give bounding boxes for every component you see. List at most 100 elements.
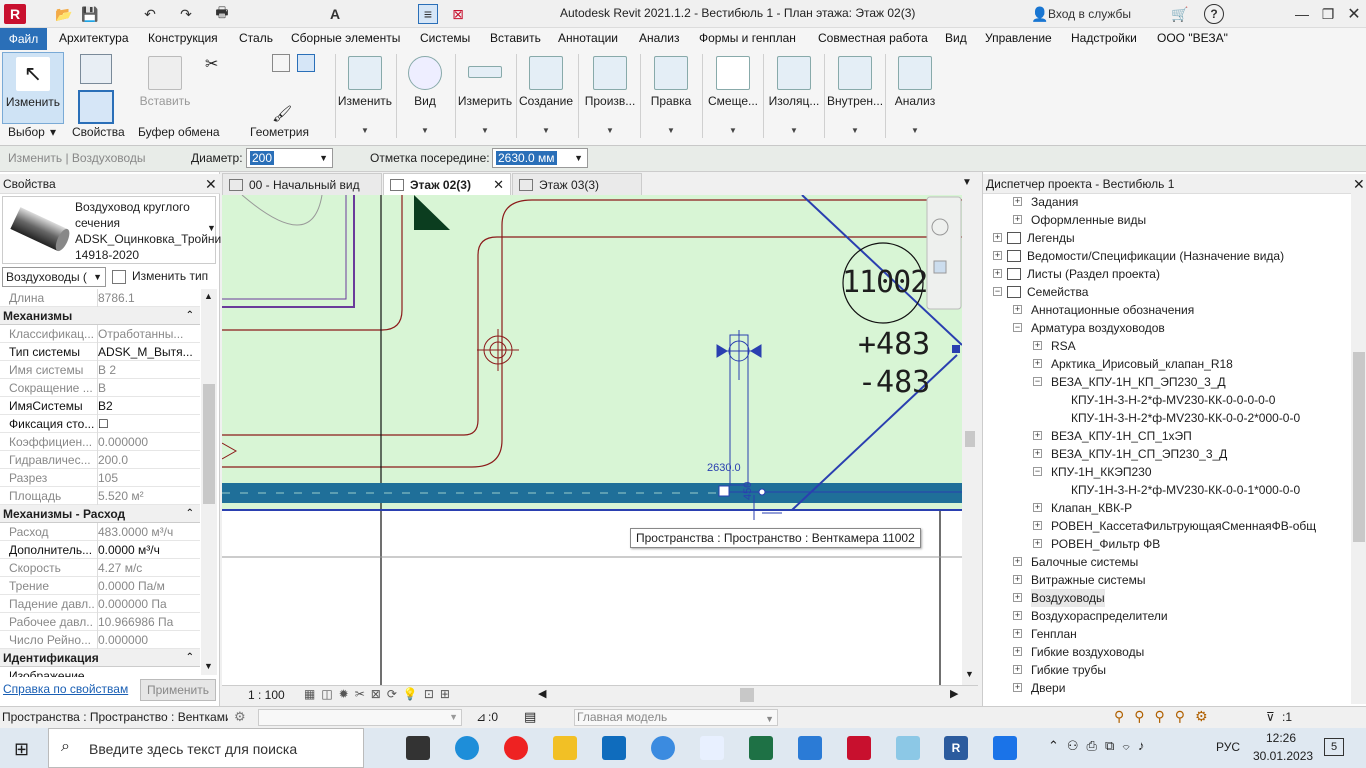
scrollbar-thumb[interactable] <box>740 688 754 702</box>
ie-icon[interactable] <box>651 736 675 760</box>
design-option-select[interactable]: Главная модель ▼ <box>574 709 778 726</box>
browser-item[interactable]: Оформленные виды <box>1031 211 1146 229</box>
expand-icon[interactable]: + <box>993 269 1002 278</box>
close-icon[interactable]: ✕ <box>493 174 504 196</box>
scrollbar-thumb[interactable] <box>1353 352 1365 542</box>
menu-file[interactable]: Файл <box>0 28 47 50</box>
expand-icon[interactable]: + <box>1013 215 1022 224</box>
close-icon[interactable]: ✕ <box>205 176 217 193</box>
expand-icon[interactable]: + <box>1033 341 1042 350</box>
menu-structure[interactable]: Конструкция <box>148 31 218 45</box>
browser-item[interactable]: КПУ-1Н-3-Н-2*ф-MV230-КК-0-0-1*000-0-0 <box>1071 481 1300 499</box>
minimize-icon[interactable]: — <box>1292 4 1312 24</box>
windows-start-icon[interactable]: ⊞ <box>14 740 32 758</box>
help-icon[interactable]: ? <box>1204 4 1224 24</box>
expand-icon[interactable]: + <box>1013 305 1022 314</box>
browser-item[interactable]: Балочные системы <box>1031 553 1138 571</box>
property-value[interactable]: ☐ <box>97 415 200 433</box>
menu-view[interactable]: Вид <box>945 31 967 45</box>
close-icon[interactable]: ✕ <box>1353 176 1365 193</box>
revit-taskbar-icon[interactable]: R <box>944 736 968 760</box>
open-icon[interactable]: 📂 <box>54 4 74 24</box>
teamviewer-icon[interactable] <box>993 736 1017 760</box>
workset-icon[interactable]: ⚙ <box>234 709 246 725</box>
login-link[interactable]: Вход в службы <box>1048 4 1160 24</box>
properties-type-icon[interactable] <box>80 54 112 84</box>
menu-architecture[interactable]: Архитектура <box>59 31 129 45</box>
collapse-icon[interactable]: − <box>1033 467 1042 476</box>
redo-icon[interactable]: ↷ <box>176 4 196 24</box>
connector-grip[interactable] <box>952 345 960 353</box>
group-select[interactable]: Выбор <box>8 125 45 139</box>
chevron-down-icon[interactable]: ▾ <box>50 125 56 139</box>
menu-insert[interactable]: Вставить <box>490 31 541 45</box>
design-options-icon[interactable]: ▤ <box>524 709 536 725</box>
user-icon[interactable]: 👤 <box>1030 4 1050 24</box>
ribbon-modify-button[interactable]: Изменить ▼ <box>336 52 394 140</box>
property-section[interactable]: Механизмы ⌃ <box>0 307 200 325</box>
browser-item[interactable]: РОВЕН_Фильтр ФВ <box>1051 535 1160 553</box>
chevron-left-icon[interactable]: ◀ <box>538 687 546 700</box>
fabrication-button[interactable]: Произв... ▼ <box>580 52 640 140</box>
notification-icon[interactable]: 5 <box>1324 738 1344 756</box>
tab-floor-03[interactable]: Этаж 03(3) <box>512 173 642 195</box>
scale-label[interactable]: 1 : 100 <box>248 688 285 702</box>
property-value[interactable]: В2 <box>97 397 200 415</box>
filter-icon[interactable]: ⊽ <box>1266 710 1275 724</box>
browser-item[interactable]: КПУ-1Н_ККЭП230 <box>1051 463 1152 481</box>
collapse-icon[interactable]: ⌃ <box>186 307 194 325</box>
expand-icon[interactable]: + <box>1013 665 1022 674</box>
browser-item[interactable]: RSA <box>1051 337 1076 355</box>
collapse-icon[interactable]: ⌃ <box>186 505 194 523</box>
expand-icon[interactable]: + <box>1033 539 1042 548</box>
tab-floor-02[interactable]: Этаж 02(3) ✕ <box>383 173 511 195</box>
taskbar-search[interactable]: ⌕ Введите здесь текст для поиска <box>48 728 364 768</box>
menu-steel[interactable]: Сталь <box>239 31 273 45</box>
type-selector[interactable]: Воздуховод круглого сечения ADSK_Оцинков… <box>2 196 271 264</box>
apply-button[interactable]: Применить <box>140 679 216 701</box>
task-view-icon[interactable] <box>406 736 430 760</box>
expand-icon[interactable]: + <box>1033 449 1042 458</box>
join-icon[interactable] <box>297 54 315 72</box>
properties-help-link[interactable]: Справка по свойствам <box>3 682 128 696</box>
browser-item[interactable]: Гибкие трубы <box>1031 661 1106 679</box>
browser-item[interactable]: ВЕЗА_КПУ-1Н_СП_1хЭП <box>1051 427 1192 445</box>
create-button[interactable]: Создание ▼ <box>517 52 575 140</box>
expand-icon[interactable]: + <box>993 251 1002 260</box>
property-value[interactable]: ADSK_M_Вытя... <box>97 343 200 361</box>
browser-item[interactable]: ВЕЗА_КПУ-1Н_СП_ЭП230_3_Д <box>1051 445 1227 463</box>
navisworks-icon[interactable] <box>896 736 920 760</box>
menu-collaborate[interactable]: Совместная работа <box>818 31 928 45</box>
browser-item[interactable]: Легенды <box>1007 229 1075 247</box>
undo-icon[interactable]: ↶ <box>140 4 160 24</box>
analysis-button[interactable]: Анализ ▼ <box>886 52 944 140</box>
menu-analyze[interactable]: Анализ <box>639 31 680 45</box>
expand-icon[interactable]: + <box>1033 359 1042 368</box>
view-control-icons[interactable]: ▦◫✹✂⊠⟳💡⊡⊞ <box>304 687 456 701</box>
navigation-bar[interactable] <box>926 196 962 310</box>
expand-icon[interactable]: + <box>1013 575 1022 584</box>
expand-icon[interactable]: + <box>1013 683 1022 692</box>
close-icon[interactable]: ✕ <box>1344 4 1364 24</box>
browser-item[interactable]: Арктика_Ирисовый_клапан_R18 <box>1051 355 1233 373</box>
canvas-vscroll[interactable]: ▼ <box>962 195 978 685</box>
browser-item[interactable]: Генплан <box>1031 625 1077 643</box>
close-hidden-icon[interactable]: ⊠ <box>448 4 468 24</box>
browser-item[interactable]: Семейства <box>1007 283 1088 301</box>
menu-veza[interactable]: ООО "ВЕЗА" <box>1157 31 1228 45</box>
drawing-canvas[interactable]: 11002 +483 -483 2630.0 450 Пространства … <box>222 195 962 685</box>
expand-icon[interactable]: + <box>1033 431 1042 440</box>
menu-systems[interactable]: Системы <box>420 31 470 45</box>
browser-item[interactable]: Воздуховоды <box>1031 589 1105 607</box>
offset-select[interactable]: 2630.0 мм ▼ <box>492 148 588 168</box>
scrollbar-thumb[interactable] <box>203 384 215 504</box>
collapse-icon[interactable]: − <box>1013 323 1022 332</box>
scrollbar-thumb[interactable] <box>965 431 975 447</box>
category-filter[interactable]: Воздуховоды (▼ <box>2 267 106 287</box>
menu-addins[interactable]: Надстройки <box>1071 31 1137 45</box>
edit-button[interactable]: Правка ▼ <box>641 52 701 140</box>
clock-date[interactable]: 30.01.2023 <box>1253 749 1313 763</box>
browser-item[interactable]: Витражные системы <box>1031 571 1145 589</box>
excel-icon[interactable] <box>749 736 773 760</box>
browser-item[interactable]: Листы (Раздел проекта) <box>1007 265 1160 283</box>
